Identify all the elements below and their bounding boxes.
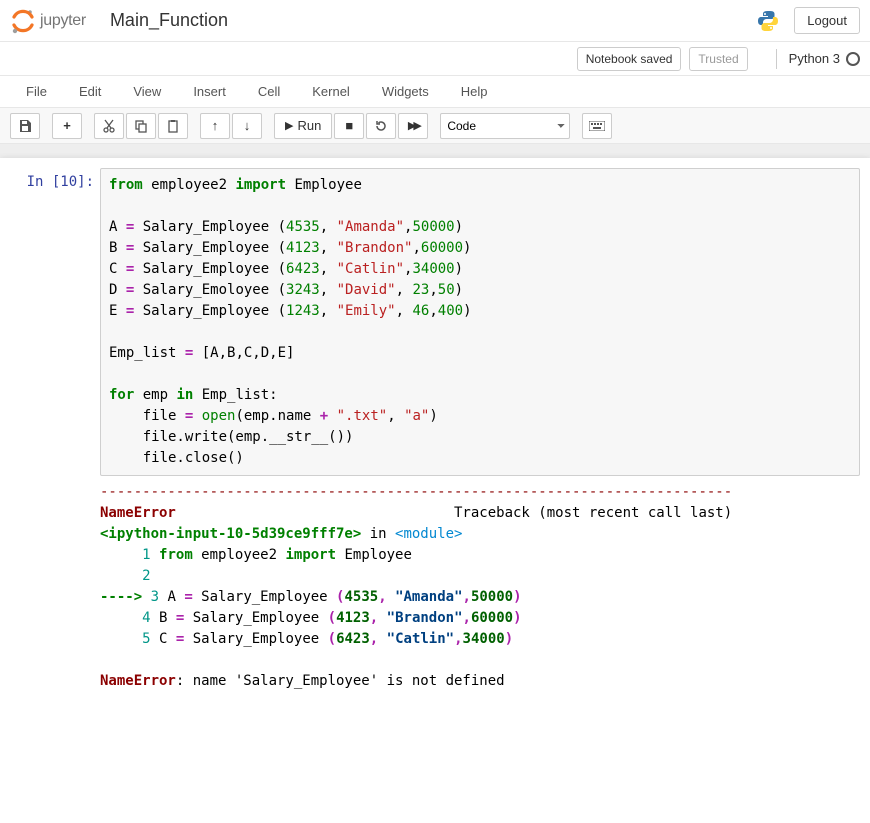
menu-cell[interactable]: Cell xyxy=(242,78,296,105)
jupyter-logo[interactable]: jupyter xyxy=(10,8,86,34)
menu-bar: FileEditViewInsertCellKernelWidgetsHelp xyxy=(0,76,870,108)
notebook-container[interactable]: In [10]: from employee2 import Employee … xyxy=(0,144,870,823)
jupyter-text: jupyter xyxy=(40,12,86,30)
cut-button[interactable] xyxy=(94,113,124,139)
kernel-name[interactable]: Python 3 xyxy=(789,51,840,66)
paste-button[interactable] xyxy=(158,113,188,139)
move-down-button[interactable]: ↓ xyxy=(232,113,262,139)
notebook-inner: In [10]: from employee2 import Employee … xyxy=(0,158,870,823)
save-button[interactable] xyxy=(10,113,40,139)
cell-type-select[interactable]: Code xyxy=(440,113,570,139)
notification-bar: Notebook saved Trusted Python 3 xyxy=(0,42,870,76)
notebook-saved-badge: Notebook saved xyxy=(577,47,682,71)
move-up-button[interactable]: ↑ xyxy=(200,113,230,139)
interrupt-button[interactable]: ■ xyxy=(334,113,364,139)
menu-edit[interactable]: Edit xyxy=(63,78,117,105)
output-traceback: ----------------------------------------… xyxy=(100,476,860,692)
python-icon xyxy=(756,9,780,33)
toolbar: + ↑ ↓ ▶Run ■ ▶▶ Code xyxy=(0,108,870,144)
restart-button[interactable] xyxy=(366,113,396,139)
restart-run-all-button[interactable]: ▶▶ xyxy=(398,113,428,139)
copy-button[interactable] xyxy=(126,113,156,139)
menu-help[interactable]: Help xyxy=(445,78,504,105)
code-input[interactable]: from employee2 import Employee A = Salar… xyxy=(100,168,860,476)
insert-cell-button[interactable]: + xyxy=(52,113,82,139)
notebook-title[interactable]: Main_Function xyxy=(110,10,228,31)
menu-file[interactable]: File xyxy=(10,78,63,105)
run-button[interactable]: ▶Run xyxy=(274,113,332,139)
menu-view[interactable]: View xyxy=(117,78,177,105)
code-cell[interactable]: In [10]: from employee2 import Employee … xyxy=(10,168,860,692)
menu-widgets[interactable]: Widgets xyxy=(366,78,445,105)
menu-insert[interactable]: Insert xyxy=(177,78,242,105)
kernel-indicator: Python 3 xyxy=(776,49,860,69)
header: jupyter Main_Function Logout xyxy=(0,0,870,42)
trusted-badge[interactable]: Trusted xyxy=(689,47,747,71)
jupyter-icon xyxy=(10,8,36,34)
command-palette-button[interactable] xyxy=(582,113,612,139)
menu-kernel[interactable]: Kernel xyxy=(296,78,366,105)
logout-button[interactable]: Logout xyxy=(794,7,860,34)
input-prompt: In [10]: xyxy=(10,168,100,692)
kernel-status-icon[interactable] xyxy=(846,52,860,66)
